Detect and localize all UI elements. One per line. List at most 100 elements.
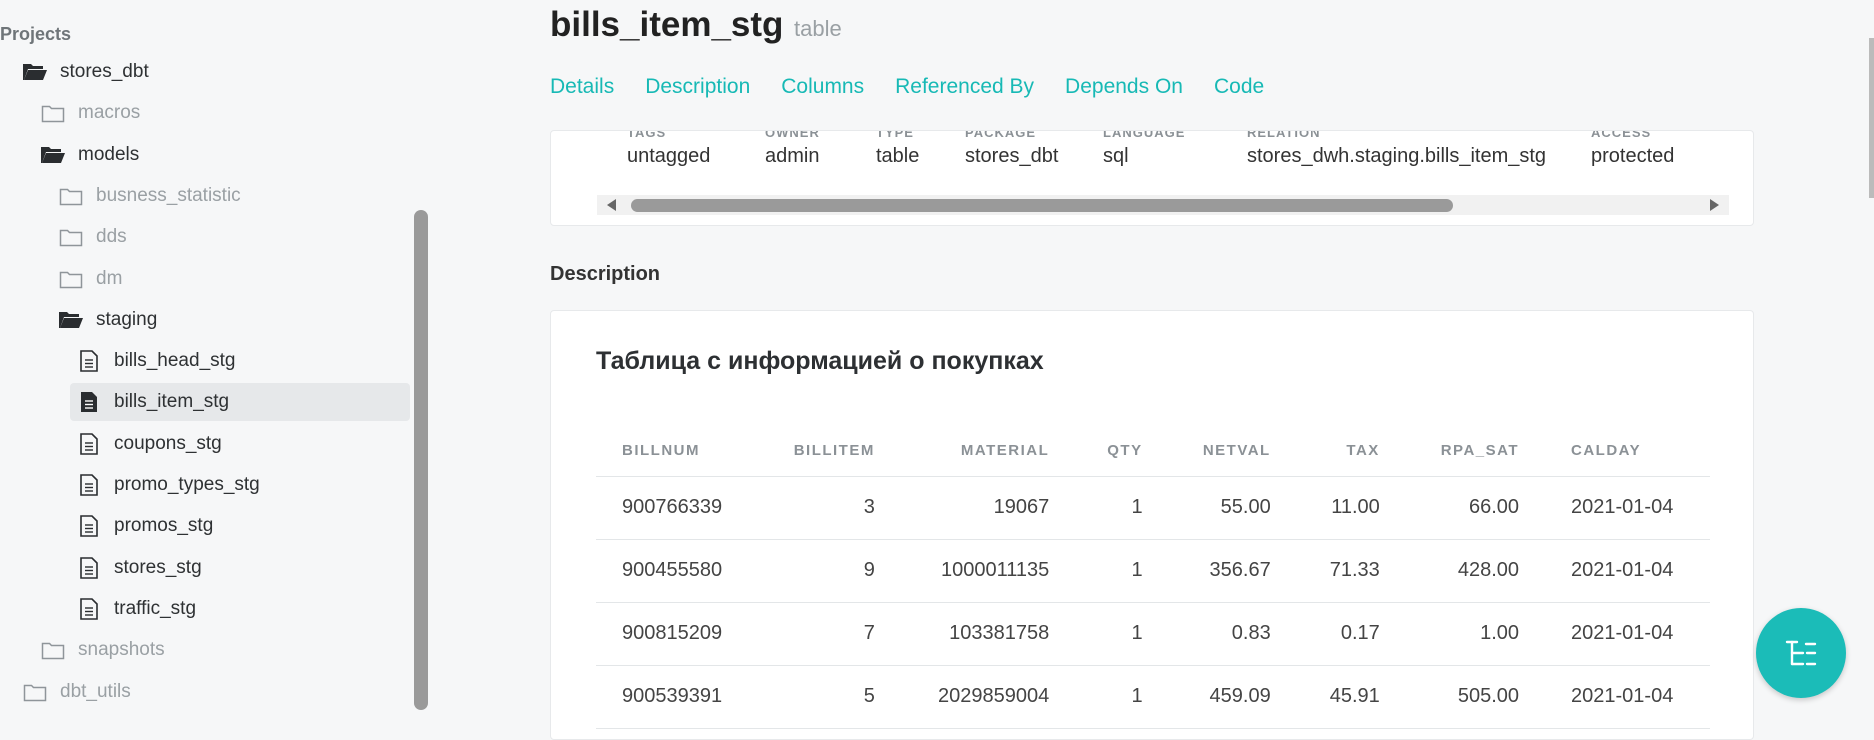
table-cell: 103381758 bbox=[900, 602, 1076, 666]
tab-referenced-by[interactable]: Referenced By bbox=[895, 75, 1034, 99]
tree-folder-item[interactable]: models bbox=[40, 136, 139, 174]
sidebar-title: Projects bbox=[0, 24, 72, 44]
folder-icon bbox=[58, 268, 84, 290]
tree-file-item[interactable]: promos_stg bbox=[76, 507, 213, 545]
column-header: TAX bbox=[1296, 426, 1406, 477]
tree-item-label: busness_statistic bbox=[96, 184, 241, 206]
folder-icon bbox=[58, 226, 84, 248]
details-header-package: PACKAGE bbox=[965, 130, 1037, 139]
table-cell: 7 bbox=[758, 602, 901, 666]
folder-icon bbox=[22, 681, 48, 703]
table-row: 900455580 9 1000011135 1 356.67 71.33 428.00 20… bbox=[596, 539, 1710, 603]
tree-file-item[interactable]: bills_head_stg bbox=[76, 342, 235, 380]
sidebar: Projects stores_dbtmacros models busness_s… bbox=[0, 0, 432, 722]
tree-folder-item[interactable]: busness_statistic bbox=[58, 177, 241, 215]
table-cell: 0.17 bbox=[1296, 602, 1406, 666]
details-horizontal-scrollbar[interactable] bbox=[597, 195, 1729, 215]
scrollbar-thumb[interactable] bbox=[631, 199, 1453, 212]
column-header: NETVAL bbox=[1168, 426, 1297, 477]
page-title: bills_item_stg bbox=[550, 5, 784, 44]
details-value-language: sql bbox=[1103, 145, 1129, 167]
tree-item-label: stores_dbt bbox=[60, 61, 149, 82]
table-cell: 900815209 bbox=[596, 602, 759, 666]
tab-code[interactable]: Code bbox=[1214, 75, 1264, 99]
tree-item-label: dm bbox=[96, 267, 123, 289]
tree-folder-item[interactable]: stores_dbt bbox=[22, 53, 149, 91]
tab-details[interactable]: Details bbox=[550, 75, 614, 99]
tree-folder-item[interactable]: snapshots bbox=[40, 631, 165, 669]
tree-folder-item[interactable]: dds bbox=[58, 218, 127, 256]
table-cell: 900539391 bbox=[596, 665, 759, 729]
tab-columns[interactable]: Columns bbox=[781, 75, 864, 99]
table-header-row: BILLNUM BILLITEM MATERIAL QTY NETVAL TAX RPA_S… bbox=[596, 426, 1710, 477]
table-cell: 2021-01-04 bbox=[1545, 665, 1710, 729]
description-heading: Таблица с информацией о покупках bbox=[596, 347, 1044, 375]
file-icon bbox=[76, 432, 102, 455]
file-icon bbox=[76, 350, 102, 372]
tree-item-label: bills_head_stg bbox=[114, 350, 236, 372]
main-content: bills_item_stg table Details Description… bbox=[432, 0, 1874, 740]
details-value-tags: untagged bbox=[627, 145, 711, 167]
column-header: BILLITEM bbox=[758, 426, 901, 477]
table-cell: 2021-01-04 bbox=[1545, 476, 1710, 540]
tree-file-item[interactable]: coupons_stg bbox=[76, 425, 222, 463]
details-headers: TAGS OWNER TYPE PACKAGE LANGUAGE RELATIO… bbox=[551, 130, 1753, 139]
file-icon bbox=[76, 598, 102, 620]
scroll-left-arrow-icon[interactable] bbox=[607, 199, 616, 211]
tree-folder-item[interactable]: dm bbox=[58, 260, 122, 298]
table-cell: 3 bbox=[758, 476, 901, 540]
tree-file-item[interactable]: traffic_stg bbox=[76, 590, 196, 628]
details-value-owner: admin bbox=[765, 145, 820, 167]
folder-open-icon bbox=[40, 144, 66, 166]
table-cell: 459.09 bbox=[1168, 665, 1297, 729]
column-header: RPA_SAT bbox=[1405, 426, 1546, 477]
sidebar-scrollbar[interactable] bbox=[414, 210, 428, 710]
table-cell: 55.00 bbox=[1168, 476, 1297, 540]
table-cell: 0.83 bbox=[1168, 602, 1297, 666]
table-cell: 428.00 bbox=[1405, 539, 1546, 603]
table-cell: 1 bbox=[1075, 476, 1169, 540]
tree-file-item[interactable]: stores_stg bbox=[76, 549, 202, 587]
tree-item-label: dds bbox=[96, 226, 127, 248]
file-icon bbox=[76, 474, 102, 496]
table-cell: 11.00 bbox=[1296, 476, 1406, 540]
table-cell: 1 bbox=[1075, 539, 1169, 603]
table-cell: 19067 bbox=[900, 476, 1076, 540]
scroll-right-arrow-icon[interactable] bbox=[1710, 199, 1719, 211]
tree-item-label: promos_stg bbox=[114, 515, 214, 537]
page-scrollbar[interactable] bbox=[1869, 38, 1874, 198]
folder-open-icon bbox=[22, 61, 48, 83]
description-card: Таблица с информацией о покупках BILLNUM… bbox=[550, 310, 1754, 740]
details-header-type: TYPE bbox=[876, 130, 914, 139]
tree-file-item[interactable]: bills_item_stg bbox=[70, 383, 410, 422]
column-header: MATERIAL bbox=[900, 426, 1076, 477]
tree-toggle-button[interactable] bbox=[1756, 608, 1846, 698]
details-header-language: LANGUAGE bbox=[1103, 130, 1186, 139]
column-header: QTY bbox=[1075, 426, 1169, 477]
details-card: TAGS OWNER TYPE PACKAGE LANGUAGE RELATIO… bbox=[550, 130, 1754, 226]
column-header: CALDAY bbox=[1545, 426, 1710, 477]
tab-depends-on[interactable]: Depends On bbox=[1065, 75, 1183, 99]
table-cell: 2021-01-04 bbox=[1545, 539, 1710, 603]
table-body: 900766339 3 19067 1 55.00 11.00 66.00 2021-01-0… bbox=[596, 476, 1710, 729]
tree-file-item[interactable]: promo_types_stg bbox=[76, 466, 260, 504]
tree-folder-item[interactable]: dbt_utils bbox=[22, 673, 131, 711]
tab-description[interactable]: Description bbox=[645, 75, 750, 99]
description-section-title: Description bbox=[550, 263, 661, 285]
table-cell: 1000011135 bbox=[900, 539, 1076, 603]
details-header-access: ACCESS bbox=[1591, 130, 1652, 139]
tree-item-label: coupons_stg bbox=[114, 432, 222, 454]
tree-folder-item[interactable]: staging bbox=[58, 301, 157, 339]
table-cell: 900766339 bbox=[596, 476, 759, 540]
table-cell: 2029859004 bbox=[900, 665, 1076, 729]
tree-folder-item[interactable]: macros bbox=[40, 94, 140, 132]
table-cell: 900455580 bbox=[596, 539, 759, 603]
details-value-access: protected bbox=[1591, 145, 1675, 167]
details-header-relation: RELATION bbox=[1247, 130, 1321, 139]
tree-item-label: staging bbox=[96, 308, 158, 330]
table-cell: 71.33 bbox=[1296, 539, 1406, 603]
column-header: BILLNUM bbox=[596, 426, 759, 477]
folder-icon bbox=[40, 102, 66, 124]
table-cell: 5 bbox=[758, 665, 901, 729]
table-cell: 505.00 bbox=[1405, 665, 1546, 729]
